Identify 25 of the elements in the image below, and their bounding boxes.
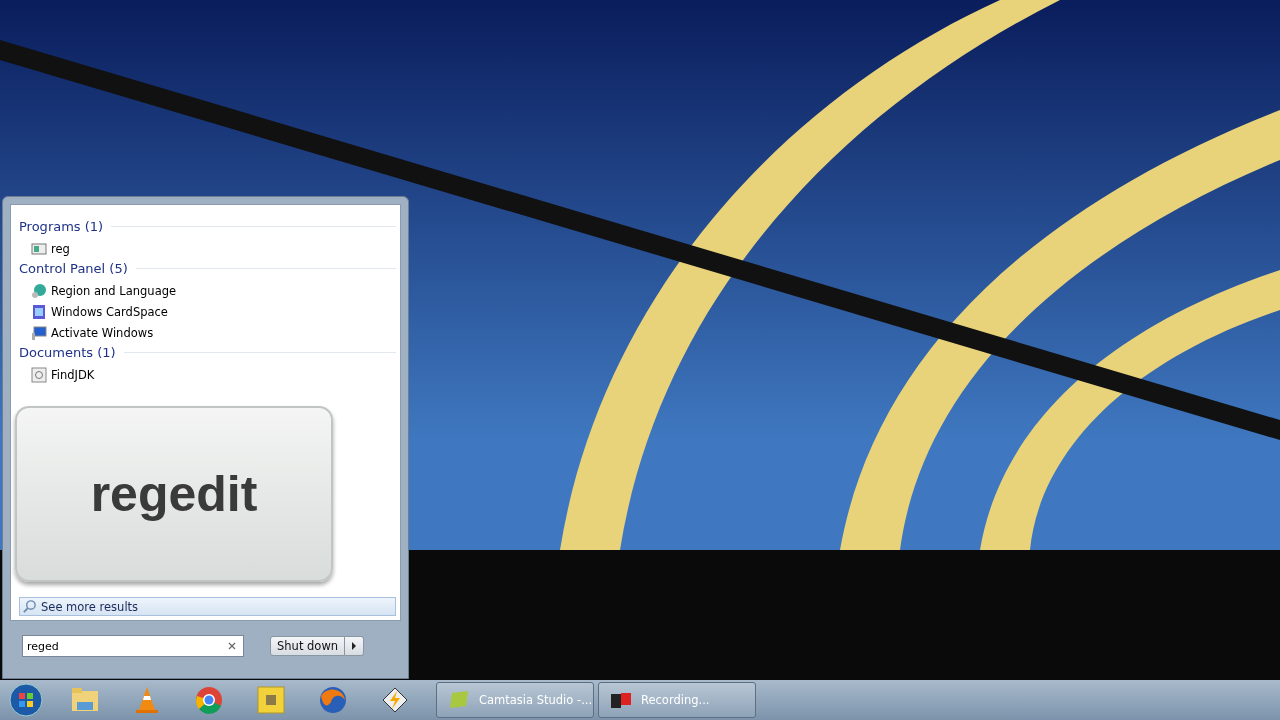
result-item[interactable]: reg bbox=[19, 238, 70, 259]
keystroke-text: regedit bbox=[90, 465, 258, 523]
card-icon bbox=[31, 303, 47, 320]
shut-down-options-button[interactable] bbox=[345, 635, 365, 656]
group-heading: Programs (1) bbox=[19, 219, 104, 234]
result-item[interactable]: Activate Windows bbox=[19, 322, 154, 343]
group-heading: Documents (1) bbox=[19, 345, 116, 360]
search-icon bbox=[22, 599, 37, 614]
see-more-results-link[interactable]: See more results bbox=[19, 597, 396, 616]
globe-icon bbox=[31, 282, 47, 299]
group-heading: Control Panel (5) bbox=[19, 261, 128, 276]
result-item[interactable]: FindJDK bbox=[19, 364, 95, 385]
result-item[interactable]: Region and Language bbox=[19, 280, 177, 301]
result-item[interactable]: Windows CardSpace bbox=[19, 301, 168, 322]
search-field[interactable]: reged bbox=[22, 635, 244, 657]
close-icon[interactable] bbox=[228, 641, 236, 650]
globe-icon[interactable] bbox=[317, 684, 349, 716]
arrow-icon bbox=[351, 641, 358, 650]
document-icon bbox=[31, 366, 47, 383]
program-icon bbox=[31, 240, 47, 257]
grid-icon[interactable] bbox=[255, 684, 287, 716]
browser-icon[interactable] bbox=[193, 684, 225, 716]
shut-down-button[interactable]: Shut down bbox=[270, 635, 346, 656]
start-button[interactable] bbox=[8, 682, 44, 718]
monitor-icon bbox=[31, 324, 47, 341]
